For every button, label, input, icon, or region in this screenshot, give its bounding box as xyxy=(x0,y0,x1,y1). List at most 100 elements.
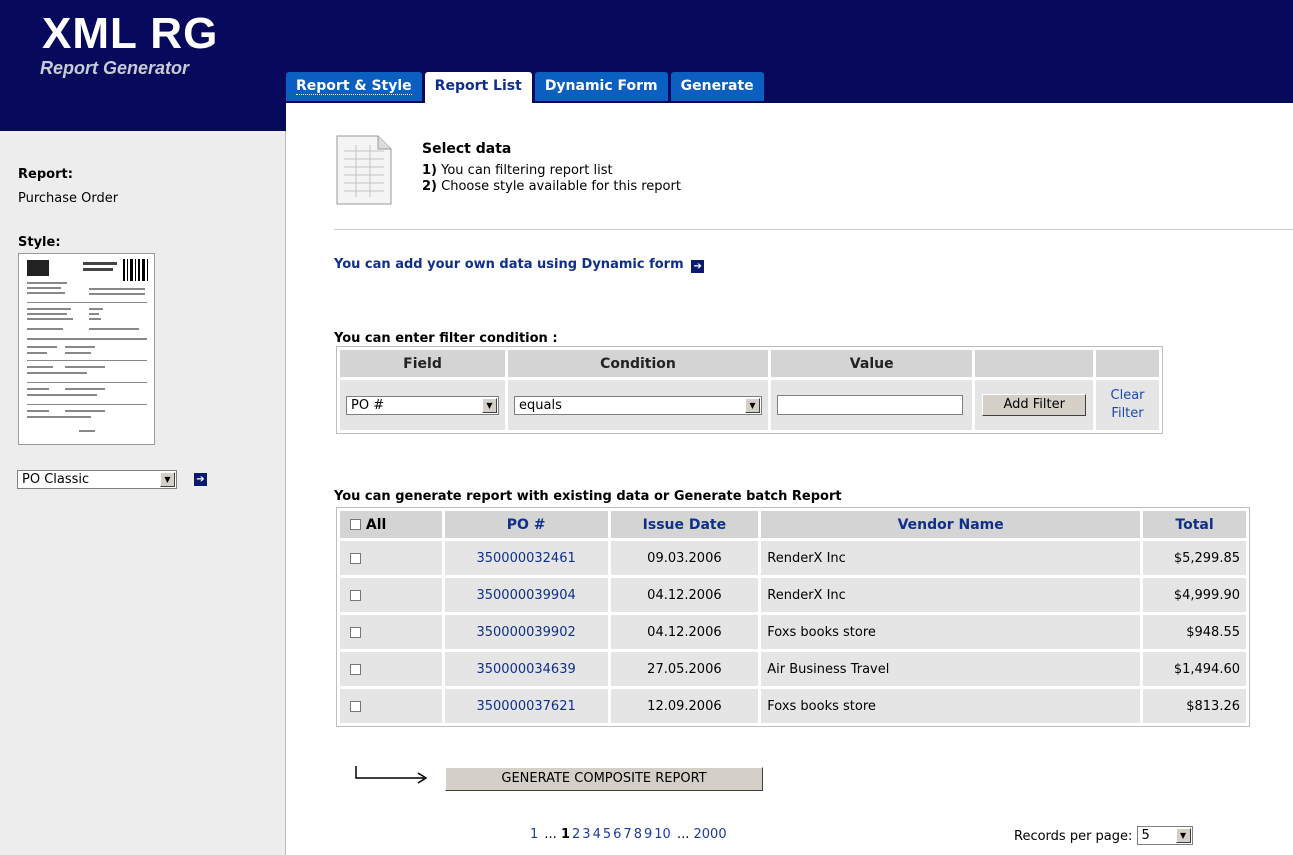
po-link[interactable]: 350000039902 xyxy=(476,625,575,640)
filter-condition-cell: equals ▼ xyxy=(508,380,768,430)
page-link[interactable]: 8 xyxy=(634,827,642,842)
list-header-total[interactable]: Total xyxy=(1143,511,1246,538)
row-checkbox[interactable] xyxy=(350,626,361,638)
style-select-value: PO Classic xyxy=(22,472,90,487)
style-label: Style: xyxy=(18,235,61,250)
filter-header-value: Value xyxy=(771,350,973,377)
main-content: Select data 1) You can filtering report … xyxy=(286,103,1293,855)
records-per-page: Records per page: 5 ▼ xyxy=(1014,826,1193,846)
page-link[interactable]: 10 xyxy=(654,827,671,842)
table-row: 350000032461 09.03.2006 RenderX Inc $5,2… xyxy=(340,541,1246,575)
page-link[interactable]: 5 xyxy=(603,827,611,842)
date-cell: 04.12.2006 xyxy=(610,615,759,649)
page-last-link[interactable]: 2000 xyxy=(694,827,727,842)
tab-report-style[interactable]: Report & Style xyxy=(286,72,422,101)
total-cell: $1,494.60 xyxy=(1143,652,1246,686)
list-section-title: You can generate report with existing da… xyxy=(334,489,842,504)
list-header-po[interactable]: PO # xyxy=(444,511,608,538)
row-checkbox[interactable] xyxy=(350,700,361,712)
vendor-cell: Foxs books store xyxy=(761,689,1141,723)
filter-condition-select[interactable]: equals ▼ xyxy=(514,395,762,415)
filter-field-select[interactable]: PO # ▼ xyxy=(346,395,499,415)
row-checkbox[interactable] xyxy=(350,589,361,601)
filter-header-condition: Condition xyxy=(508,350,768,377)
filter-header-clear xyxy=(1096,350,1159,377)
po-cell: 350000039902 xyxy=(444,615,608,649)
page-current: 1 xyxy=(560,827,571,842)
tab-generate[interactable]: Generate xyxy=(670,72,764,101)
total-cell: $813.26 xyxy=(1143,689,1246,723)
dynamic-form-link[interactable]: You can add your own data using Dynamic … xyxy=(334,257,705,273)
filter-header-action xyxy=(975,350,1094,377)
vendor-cell: RenderX Inc xyxy=(761,578,1141,612)
po-cell: 350000037621 xyxy=(444,689,608,723)
po-link[interactable]: 350000032461 xyxy=(476,551,575,566)
document-icon xyxy=(336,135,392,205)
list-header-all: All xyxy=(340,511,442,538)
pagination-ellipsis: ... xyxy=(544,827,557,842)
po-link[interactable]: 350000034639 xyxy=(476,662,575,677)
sidebar: Report: Purchase Order Style: PO Classic… xyxy=(0,131,286,855)
sort-date-link[interactable]: Issue Date xyxy=(643,517,726,533)
app-logo-subtitle: Report Generator xyxy=(40,58,190,78)
chevron-down-icon: ▼ xyxy=(745,397,760,413)
date-cell: 09.03.2006 xyxy=(610,541,759,575)
tab-dynamic-form[interactable]: Dynamic Form xyxy=(534,72,668,101)
chevron-down-icon: ▼ xyxy=(160,472,175,487)
pagination: 1 ... 1 2 3 4 5 6 7 8 9 10 ... 2000 xyxy=(530,827,729,842)
row-select-cell xyxy=(340,541,442,575)
info-line-2-text: Choose style available for this report xyxy=(437,179,681,194)
row-checkbox[interactable] xyxy=(350,552,361,564)
po-link[interactable]: 350000037621 xyxy=(476,699,575,714)
arrow-right-icon[interactable]: ➔ xyxy=(194,473,207,486)
tab-label: Report & Style xyxy=(296,78,412,95)
records-per-page-value: 5 xyxy=(1141,828,1150,843)
filter-action-cell: Add Filter xyxy=(975,380,1094,430)
filter-value-input[interactable] xyxy=(777,395,963,415)
page-link[interactable]: 2 xyxy=(572,827,580,842)
records-per-page-label: Records per page: xyxy=(1014,829,1133,844)
filter-field-cell: PO # ▼ xyxy=(340,380,505,430)
sort-vendor-link[interactable]: Vendor Name xyxy=(898,517,1004,533)
filter-table: Field Condition Value PO # ▼ equals ▼ Ad… xyxy=(336,346,1163,434)
style-preview-image xyxy=(27,259,148,432)
filter-value-cell xyxy=(771,380,973,430)
select-all-checkbox[interactable] xyxy=(350,519,361,530)
generate-composite-report-button[interactable]: GENERATE COMPOSITE REPORT xyxy=(445,767,763,791)
page-link[interactable]: 4 xyxy=(593,827,601,842)
info-line-1: 1) You can filtering report list xyxy=(422,163,613,178)
filter-header-field: Field xyxy=(340,350,505,377)
page-link[interactable]: 6 xyxy=(613,827,621,842)
sidebar-header-band xyxy=(0,103,286,131)
list-header-vendor[interactable]: Vendor Name xyxy=(761,511,1141,538)
add-filter-button[interactable]: Add Filter xyxy=(982,394,1087,416)
list-header-date[interactable]: Issue Date xyxy=(610,511,759,538)
page-link[interactable]: 3 xyxy=(582,827,590,842)
clear-filter-link[interactable]: Clear Filter xyxy=(1111,388,1145,421)
sort-po-link[interactable]: PO # xyxy=(507,517,546,533)
tab-report-list[interactable]: Report List xyxy=(424,72,532,103)
page-link[interactable]: 7 xyxy=(623,827,631,842)
filter-condition-value: equals xyxy=(519,397,562,413)
select-all-label: All xyxy=(365,516,387,533)
style-select[interactable]: PO Classic ▼ xyxy=(17,470,177,489)
report-label: Report: xyxy=(18,167,73,182)
table-row: 350000034639 27.05.2006 Air Business Tra… xyxy=(340,652,1246,686)
records-per-page-select[interactable]: 5 ▼ xyxy=(1136,826,1193,845)
clear-filter-line-1: Clear xyxy=(1110,388,1145,403)
pagination-ellipsis: ... xyxy=(676,827,690,842)
report-list-table: All PO # Issue Date Vendor Name Total 35… xyxy=(336,507,1250,727)
table-row: 350000039902 04.12.2006 Foxs books store… xyxy=(340,615,1246,649)
filter-section-title: You can enter filter condition : xyxy=(334,331,558,346)
filter-field-value: PO # xyxy=(351,397,385,413)
page-first-link[interactable]: 1 xyxy=(530,827,538,842)
total-cell: $5,299.85 xyxy=(1143,541,1246,575)
sort-total-link[interactable]: Total xyxy=(1175,517,1213,533)
page-link[interactable]: 9 xyxy=(644,827,652,842)
total-cell: $4,999.90 xyxy=(1143,578,1246,612)
style-thumbnail[interactable] xyxy=(18,253,155,445)
vendor-cell: Foxs books store xyxy=(761,615,1141,649)
bent-arrow-icon xyxy=(355,766,428,784)
po-link[interactable]: 350000039904 xyxy=(476,588,575,603)
row-checkbox[interactable] xyxy=(350,663,361,675)
